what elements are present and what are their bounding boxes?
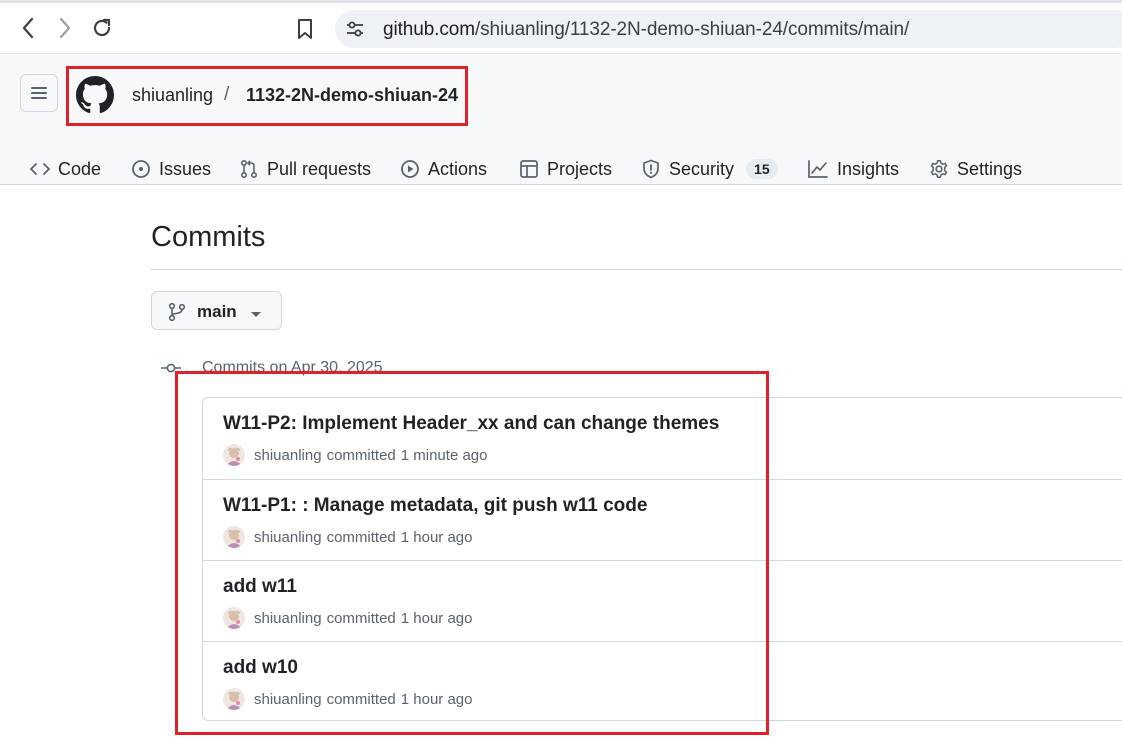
- gear-icon: [930, 160, 948, 178]
- commit-message-link[interactable]: W11-P2: Implement Header_xx and can chan…: [223, 413, 719, 435]
- tab-code[interactable]: Code: [30, 154, 101, 184]
- site-settings-icon[interactable]: [345, 20, 365, 43]
- tab-label: Settings: [957, 158, 1023, 179]
- commit-time: 1 minute ago: [400, 446, 488, 464]
- browser-toolbar: github.com/shiuanling/1132-2N-demo-shiua…: [0, 3, 1122, 54]
- tab-settings[interactable]: Settings: [929, 154, 1022, 184]
- tab-issues[interactable]: Issues: [131, 154, 211, 184]
- global-menu-button[interactable]: [20, 74, 58, 112]
- tab-label: Code: [58, 158, 102, 179]
- commit-message-link[interactable]: add w10: [223, 657, 298, 679]
- git-branch-icon: [168, 302, 186, 327]
- page-title: Commits: [151, 221, 266, 253]
- commit-author-link[interactable]: shiuanling: [254, 447, 322, 464]
- commit-verb: committed: [326, 528, 396, 546]
- reload-button[interactable]: [90, 16, 114, 40]
- commit-time: 1 hour ago: [400, 528, 473, 546]
- url-text: github.com/shiuanling/1132-2N-demo-shiua…: [383, 19, 909, 41]
- shield-icon: [643, 159, 659, 179]
- branch-select-button[interactable]: main: [151, 291, 282, 330]
- avatar[interactable]: [223, 607, 245, 629]
- tab-label: Security: [669, 158, 735, 179]
- github-logo-icon[interactable]: [76, 76, 114, 119]
- commit-message-link[interactable]: W11-P1: : Manage metadata, git push w11 …: [223, 495, 647, 517]
- tab-pull-requests[interactable]: Pull requests: [239, 154, 371, 184]
- back-button[interactable]: [16, 16, 40, 40]
- commit-group-date: Commits on Apr 30, 2025: [202, 359, 383, 376]
- commit-meta: shiuanling committed 1 hour ago: [223, 607, 472, 629]
- tab-insights[interactable]: Insights: [807, 154, 899, 184]
- tab-projects[interactable]: Projects: [519, 154, 612, 184]
- tab-label: Actions: [428, 158, 488, 179]
- commit-author-link[interactable]: shiuanling: [254, 691, 322, 708]
- url-host: github.com: [383, 19, 475, 40]
- bookmark-button[interactable]: [296, 18, 314, 45]
- commit-author-link[interactable]: shiuanling: [254, 529, 322, 546]
- code-icon: [30, 163, 50, 175]
- hamburger-icon: [31, 87, 47, 99]
- commit-verb: committed: [326, 609, 396, 627]
- avatar[interactable]: [223, 444, 245, 466]
- commit-list: W11-P2: Implement Header_xx and can chan…: [202, 397, 1122, 721]
- breadcrumb-separator: /: [224, 84, 230, 105]
- commit-message-link[interactable]: add w11: [223, 576, 297, 598]
- bookmark-icon: [298, 19, 312, 39]
- repo-owner-link[interactable]: shiuanling: [132, 85, 213, 106]
- commit-meta: shiuanling committed 1 hour ago: [223, 526, 472, 548]
- avatar[interactable]: [223, 688, 245, 710]
- git-commit-icon: [161, 360, 181, 381]
- commit-row: add w11 shiuanling committed 1 hour ago: [203, 560, 1122, 641]
- tab-label: Pull requests: [267, 158, 372, 179]
- tab-security[interactable]: Security 15: [641, 154, 778, 184]
- commit-row: add w10 shiuanling committed 1 hour ago: [203, 641, 1122, 720]
- commit-row: W11-P1: : Manage metadata, git push w11 …: [203, 479, 1122, 560]
- address-bar[interactable]: github.com/shiuanling/1132-2N-demo-shiua…: [335, 10, 1122, 48]
- arrow-right-icon: [59, 17, 71, 39]
- commit-time: 1 hour ago: [400, 609, 473, 627]
- repo-header: shiuanling / 1132-2N-demo-shiuan-24 Code…: [0, 54, 1122, 185]
- repo-name-link[interactable]: 1132-2N-demo-shiuan-24: [246, 85, 458, 106]
- commit-time: 1 hour ago: [400, 690, 473, 708]
- forward-button[interactable]: [53, 16, 77, 40]
- triangle-down-icon: [250, 306, 262, 324]
- security-alert-count-badge: 15: [746, 159, 778, 179]
- commit-author-link[interactable]: shiuanling: [254, 610, 322, 627]
- reload-icon: [93, 18, 111, 37]
- branch-name: main: [197, 302, 237, 321]
- tab-actions[interactable]: Actions: [400, 154, 487, 184]
- url-path: /shiuanling/1132-2N-demo-shiuan-24/commi…: [474, 19, 910, 40]
- commit-verb: committed: [326, 690, 396, 708]
- tab-label: Issues: [159, 158, 212, 179]
- tab-label: Projects: [547, 158, 613, 179]
- arrow-left-icon: [22, 17, 34, 39]
- graph-icon: [808, 160, 828, 178]
- commit-row: W11-P2: Implement Header_xx and can chan…: [203, 398, 1122, 479]
- commit-meta: shiuanling committed 1 hour ago: [223, 688, 472, 710]
- repo-nav-tabs: Code Issues Pull requests Actions Projec…: [0, 154, 1122, 184]
- tab-label: Insights: [837, 158, 900, 179]
- play-icon: [401, 160, 419, 178]
- git-pull-request-icon: [240, 159, 258, 179]
- avatar[interactable]: [223, 526, 245, 548]
- title-divider: [151, 269, 1122, 270]
- issue-opened-icon: [132, 160, 150, 178]
- table-icon: [520, 160, 538, 178]
- commit-meta: shiuanling committed 1 minute ago: [223, 444, 487, 466]
- commit-verb: committed: [326, 446, 396, 464]
